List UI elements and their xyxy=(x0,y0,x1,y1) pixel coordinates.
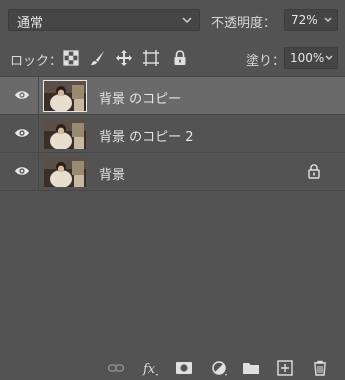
divider xyxy=(38,115,39,153)
svg-text:fx: fx xyxy=(142,362,156,376)
lock-fill-row: ロック： 塗り： 100% xyxy=(0,42,345,75)
fx-icon[interactable]: fx xyxy=(142,360,160,376)
add-mask-icon[interactable] xyxy=(175,360,193,376)
chevron-down-icon xyxy=(182,17,192,24)
layer-row[interactable]: 背景 のコピー xyxy=(0,76,345,115)
new-group-icon[interactable] xyxy=(242,360,260,376)
prevent-autonest-artboard-icon[interactable] xyxy=(142,49,160,67)
opacity-field[interactable]: 72% xyxy=(284,9,338,31)
divider xyxy=(0,190,345,191)
fill-value: 100% xyxy=(290,51,325,65)
layer-row[interactable]: 背景 のコピー 2 xyxy=(0,114,345,153)
layer-name[interactable]: 背景 のコピー 2 xyxy=(99,126,194,145)
chevron-down-icon xyxy=(325,55,333,60)
layer-lock-icon xyxy=(308,164,320,179)
lock-label: ロック： xyxy=(10,54,63,69)
trash-icon[interactable] xyxy=(311,360,329,376)
layers-bottom-toolbar: fx xyxy=(0,356,345,380)
blend-opacity-row: 通常 不透明度： 72% xyxy=(0,0,345,42)
opacity-value: 72% xyxy=(291,13,318,27)
opacity-label: 不透明度： xyxy=(211,16,277,31)
chevron-down-icon xyxy=(324,17,332,22)
layer-thumbnail xyxy=(44,157,86,187)
layer-name[interactable]: 背景 xyxy=(99,164,125,183)
layer-thumbnail xyxy=(43,80,87,112)
fill-label: 塗り： xyxy=(246,54,286,69)
lock-transparent-pixels-icon[interactable] xyxy=(62,49,80,67)
eye-visibility-icon[interactable] xyxy=(14,89,30,101)
adjustment-layer-icon[interactable] xyxy=(210,360,228,376)
layer-name[interactable]: 背景 のコピー xyxy=(99,88,181,107)
layer-thumbnail xyxy=(44,119,86,149)
eye-visibility-icon[interactable] xyxy=(14,165,30,177)
divider xyxy=(38,77,39,115)
layer-row[interactable]: 背景 xyxy=(0,152,345,191)
link-layers-icon[interactable] xyxy=(107,360,125,376)
new-layer-icon[interactable] xyxy=(276,360,294,376)
layers-list: 背景 のコピー 背景 のコピー 2 背景 xyxy=(0,76,345,191)
lock-image-pixels-brush-icon[interactable] xyxy=(89,49,107,67)
lock-all-icon[interactable] xyxy=(171,49,189,67)
eye-visibility-icon[interactable] xyxy=(14,127,30,139)
blend-mode-select[interactable]: 通常 xyxy=(8,9,200,31)
divider xyxy=(38,153,39,191)
fill-field[interactable]: 100% xyxy=(284,47,338,69)
lock-position-move-icon[interactable] xyxy=(115,49,133,67)
blend-mode-value: 通常 xyxy=(17,16,44,31)
